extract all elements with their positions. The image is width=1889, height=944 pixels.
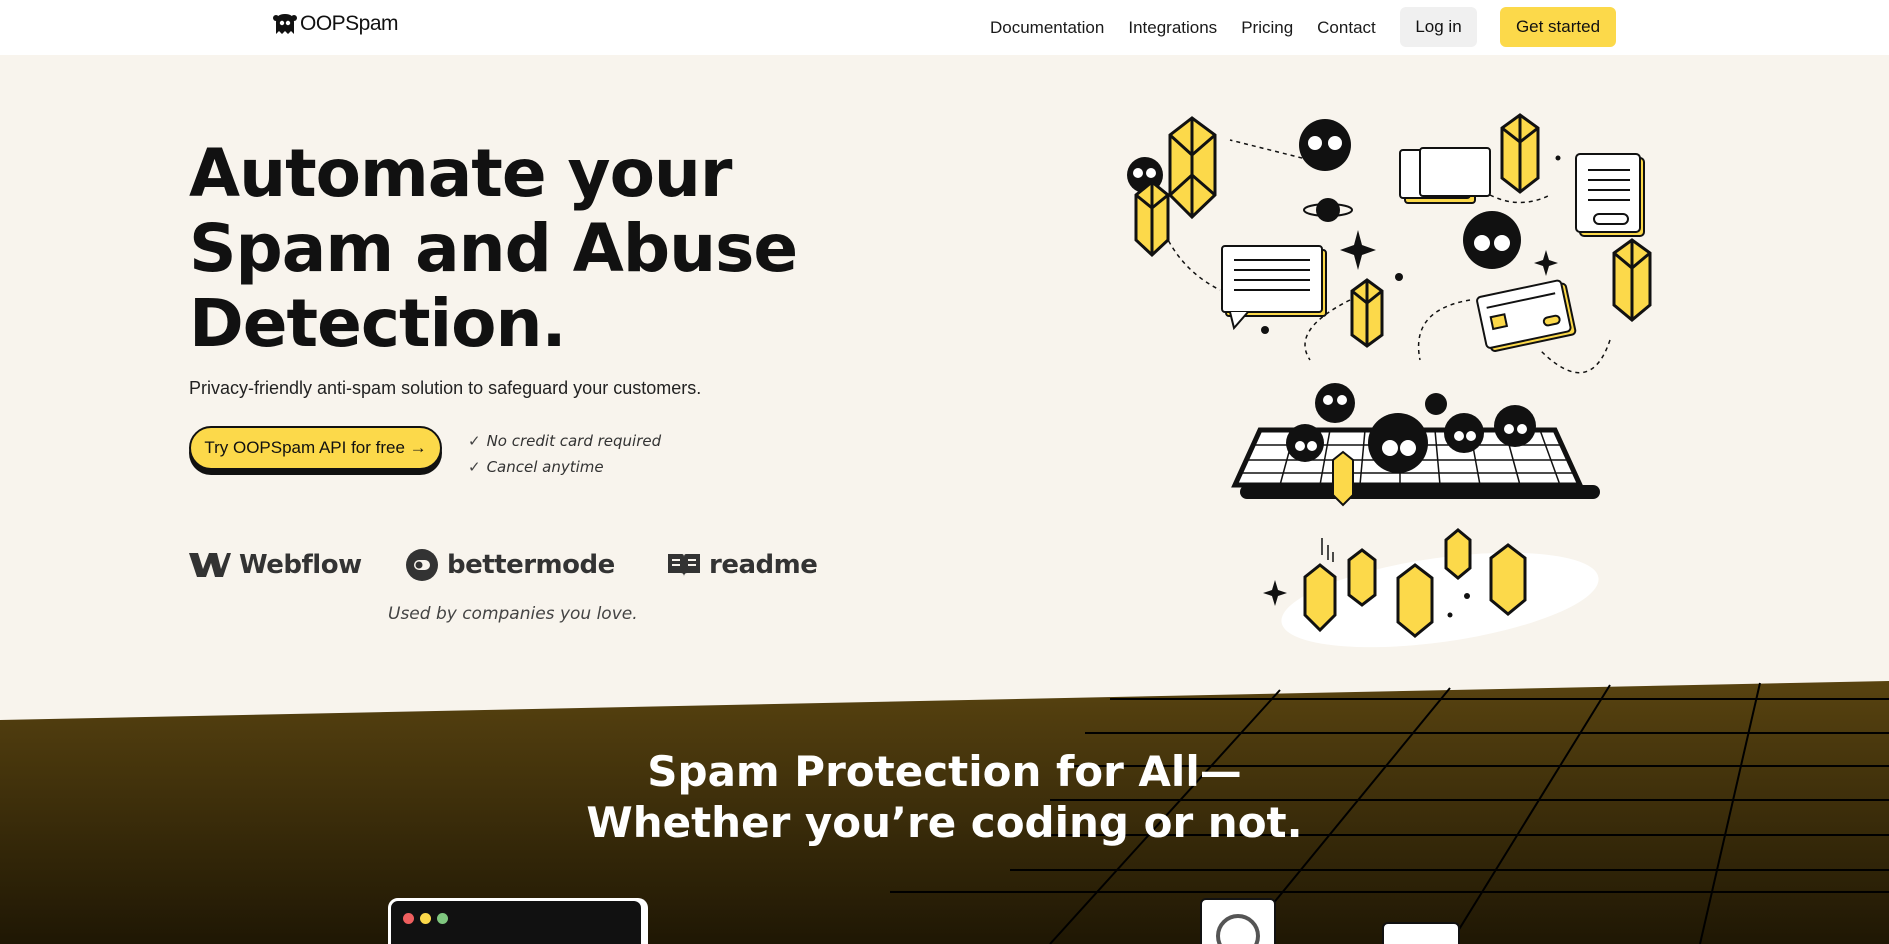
nav-link-pricing[interactable]: Pricing <box>1241 18 1293 38</box>
check-label: Cancel anytime <box>486 458 604 476</box>
companies-caption: Used by companies you love. <box>388 604 638 624</box>
logo-ghost-icon <box>273 14 297 34</box>
check-no-card: ✓ No credit card required <box>468 428 661 454</box>
webflow-logo-icon <box>189 553 231 577</box>
section-title-line1: Spam Protection for All— <box>647 747 1242 796</box>
check-icon: ✓ <box>468 458 481 476</box>
code-window <box>388 898 644 944</box>
hero-title: Automate your Spam and Abuse Detection. <box>189 136 909 361</box>
top-nav: OOPSpam Documentation Integrations Prici… <box>0 0 1889 55</box>
company-readme: readme <box>667 550 818 580</box>
check-label: No credit card required <box>486 432 662 450</box>
check-icon: ✓ <box>468 432 481 450</box>
logo[interactable]: OOPSpam <box>272 12 399 36</box>
bettermode-logo-icon <box>406 549 438 581</box>
company-name: bettermode <box>447 550 615 580</box>
minimize-dot <box>420 913 431 924</box>
hero-title-line3: Detection. <box>189 285 567 362</box>
nav-link-contact[interactable]: Contact <box>1317 18 1376 38</box>
close-dot <box>403 913 414 924</box>
login-button[interactable]: Log in <box>1400 7 1477 47</box>
integration-card <box>1382 922 1460 944</box>
skull-icon <box>1463 211 1521 269</box>
hero-title-line2: Spam and Abuse <box>189 210 798 287</box>
wordpress-card <box>1200 898 1276 944</box>
wordpress-icon <box>1216 914 1260 944</box>
hero-title-line1: Automate your <box>189 135 732 212</box>
company-bettermode: bettermode <box>405 548 667 582</box>
check-cancel: ✓ Cancel anytime <box>468 454 661 480</box>
get-started-button[interactable]: Get started <box>1500 7 1616 47</box>
window-controls <box>403 913 448 924</box>
hero-illustration <box>1127 113 1652 648</box>
try-api-button[interactable]: Try OOPSpam API for free → <box>189 426 442 470</box>
cta-checks: ✓ No credit card required ✓ Cancel anyti… <box>468 428 661 480</box>
company-name: readme <box>709 550 818 580</box>
company-webflow: Webflow <box>189 550 405 580</box>
nav-links: Documentation Integrations Pricing Conta… <box>990 0 1400 55</box>
company-logos: Webflow bettermode readme <box>189 548 818 582</box>
company-name: Webflow <box>239 550 362 580</box>
readme-logo-icon <box>668 554 700 577</box>
section-title-line2: Whether you’re coding or not. <box>586 798 1303 847</box>
skull-icon <box>1299 119 1351 171</box>
nav-link-integrations[interactable]: Integrations <box>1128 18 1217 38</box>
hero-subtitle: Privacy-friendly anti-spam solution to s… <box>189 378 702 398</box>
nav-link-documentation[interactable]: Documentation <box>990 18 1104 38</box>
maximize-dot <box>437 913 448 924</box>
section-title: Spam Protection for All— Whether you’re … <box>0 746 1889 848</box>
logo-text: OOPSpam <box>300 12 399 35</box>
